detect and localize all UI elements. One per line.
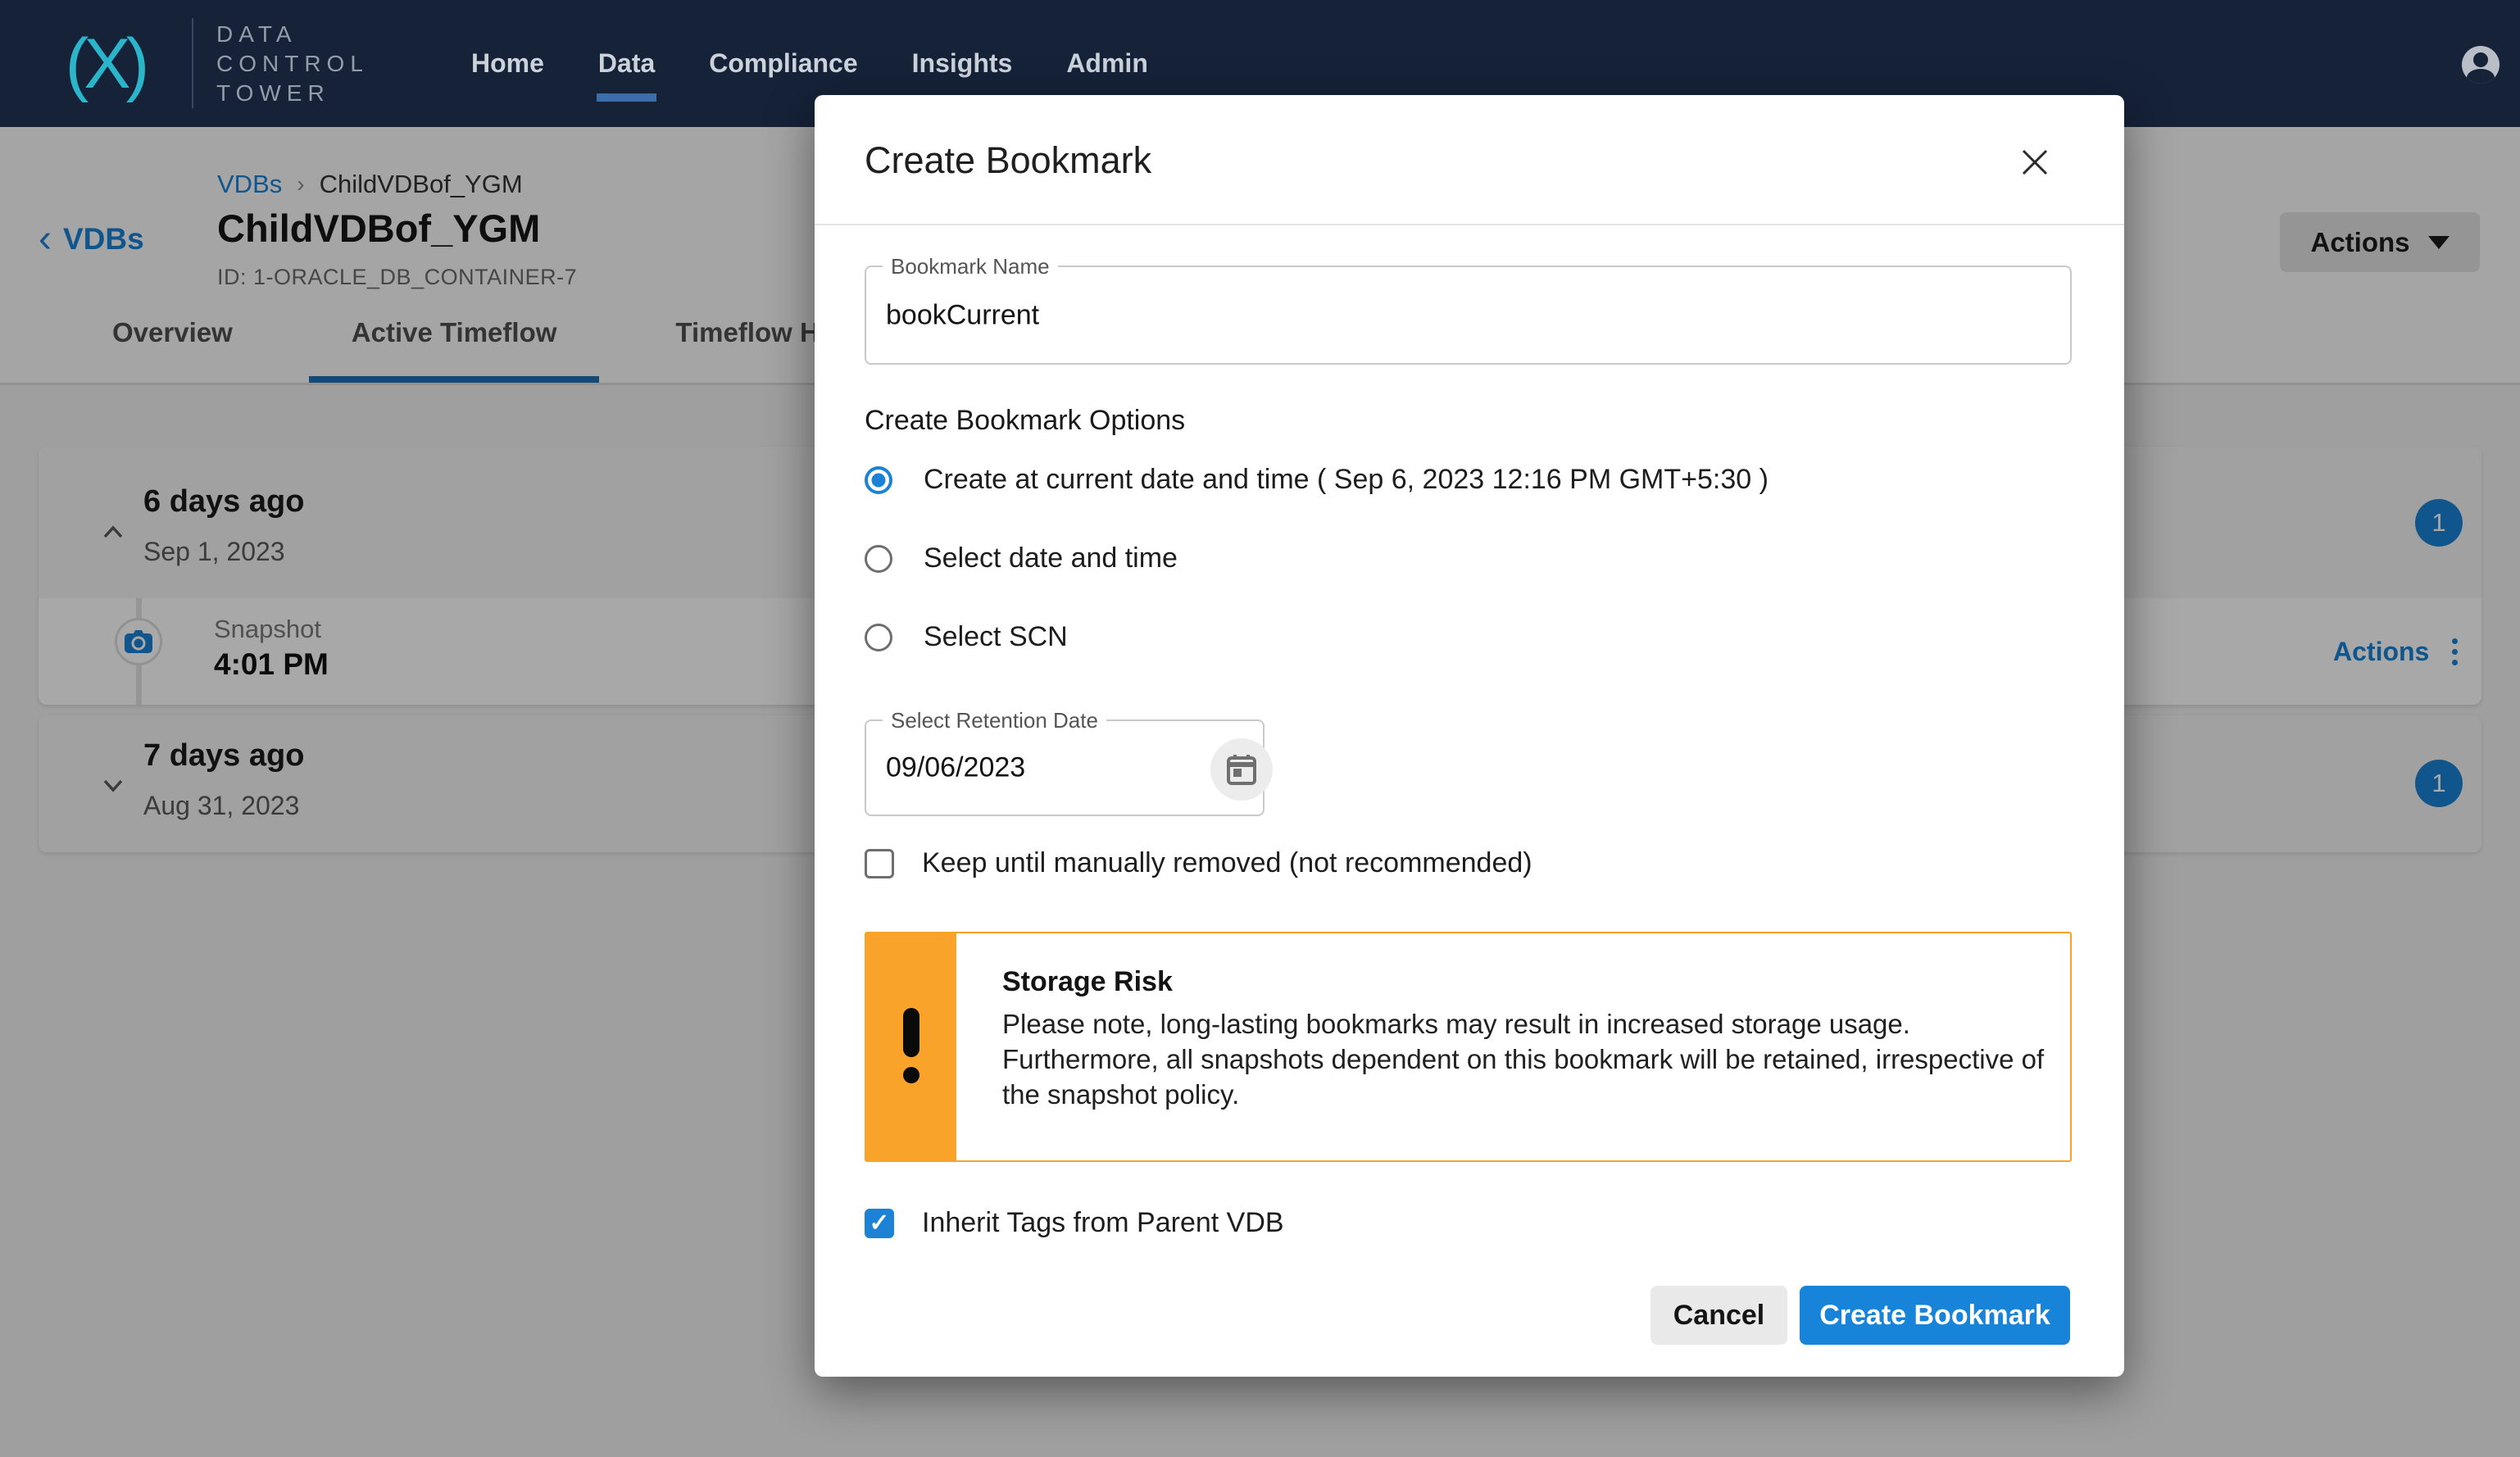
warning-content: Storage Risk Please note, long-lasting b…: [1002, 966, 2059, 1112]
avatar-head: [2473, 52, 2488, 67]
radio-select-scn[interactable]: Select SCN: [865, 621, 1068, 653]
app-root: (X) DATA CONTROL TOWER Home Data Complia…: [0, 0, 2520, 1457]
dct-logo-icon[interactable]: (X): [39, 15, 170, 113]
bookmark-name-label: Bookmark Name: [883, 254, 1058, 279]
radio-current-datetime[interactable]: Create at current date and time ( Sep 6,…: [865, 464, 1769, 496]
checkbox-checked-icon[interactable]: ✓: [865, 1209, 894, 1238]
create-bookmark-button[interactable]: Create Bookmark: [1800, 1286, 2070, 1345]
radio-label: Select SCN: [924, 621, 1068, 653]
radio-unselected-icon[interactable]: [865, 624, 892, 651]
warning-text: Please note, long-lasting bookmarks may …: [1002, 1006, 2059, 1112]
brand-wordmark: DATA CONTROL TOWER: [216, 21, 369, 107]
bookmark-name-field[interactable]: Bookmark Name bookCurrent: [865, 266, 2072, 365]
calendar-icon: [1226, 753, 1257, 786]
warning-title: Storage Risk: [1002, 966, 2059, 998]
retention-date-field[interactable]: Select Retention Date 09/06/2023: [865, 719, 1265, 816]
warning-accent-bar: [866, 933, 956, 1160]
options-group-label: Create Bookmark Options: [865, 405, 1185, 437]
retention-date-value[interactable]: 09/06/2023: [886, 752, 1025, 784]
user-avatar-icon[interactable]: [2462, 46, 2500, 84]
inherit-tags-checkbox-row[interactable]: ✓ Inherit Tags from Parent VDB: [865, 1207, 1284, 1239]
checkbox-label: Keep until manually removed (not recomme…: [922, 847, 1532, 879]
nav-item-compliance[interactable]: Compliance: [709, 48, 857, 79]
modal-title: Create Bookmark: [865, 139, 1151, 182]
brand-line: TOWER: [216, 80, 369, 107]
radio-select-datetime[interactable]: Select date and time: [865, 542, 1178, 574]
checkbox-unchecked-icon[interactable]: [865, 849, 894, 878]
brand-line: CONTROL: [216, 51, 369, 77]
brand-line: DATA: [216, 21, 369, 48]
nav-item-admin[interactable]: Admin: [1066, 48, 1148, 79]
bookmark-name-value[interactable]: bookCurrent: [886, 299, 1039, 331]
avatar-shoulders: [2467, 69, 2495, 84]
radio-unselected-icon[interactable]: [865, 545, 892, 573]
modal-header-divider: [815, 224, 2124, 225]
nav-item-data[interactable]: Data: [598, 48, 655, 79]
retention-date-label: Select Retention Date: [883, 708, 1106, 733]
logo-divider: [192, 18, 193, 108]
radio-selected-icon[interactable]: [865, 466, 892, 494]
keep-until-removed-checkbox-row[interactable]: Keep until manually removed (not recomme…: [865, 847, 1532, 879]
nav-item-insights[interactable]: Insights: [912, 48, 1013, 79]
radio-label: Create at current date and time ( Sep 6,…: [924, 464, 1769, 496]
exclamation-icon: [901, 1008, 921, 1087]
checkbox-label: Inherit Tags from Parent VDB: [922, 1207, 1284, 1239]
create-bookmark-modal: Create Bookmark Bookmark Name bookCurren…: [815, 95, 2124, 1377]
calendar-picker-button[interactable]: [1210, 738, 1273, 801]
nav-item-home[interactable]: Home: [471, 48, 544, 79]
radio-label: Select date and time: [924, 542, 1178, 574]
storage-risk-warning: Storage Risk Please note, long-lasting b…: [865, 932, 2072, 1162]
close-icon[interactable]: [2014, 141, 2056, 184]
cancel-button[interactable]: Cancel: [1650, 1286, 1787, 1345]
